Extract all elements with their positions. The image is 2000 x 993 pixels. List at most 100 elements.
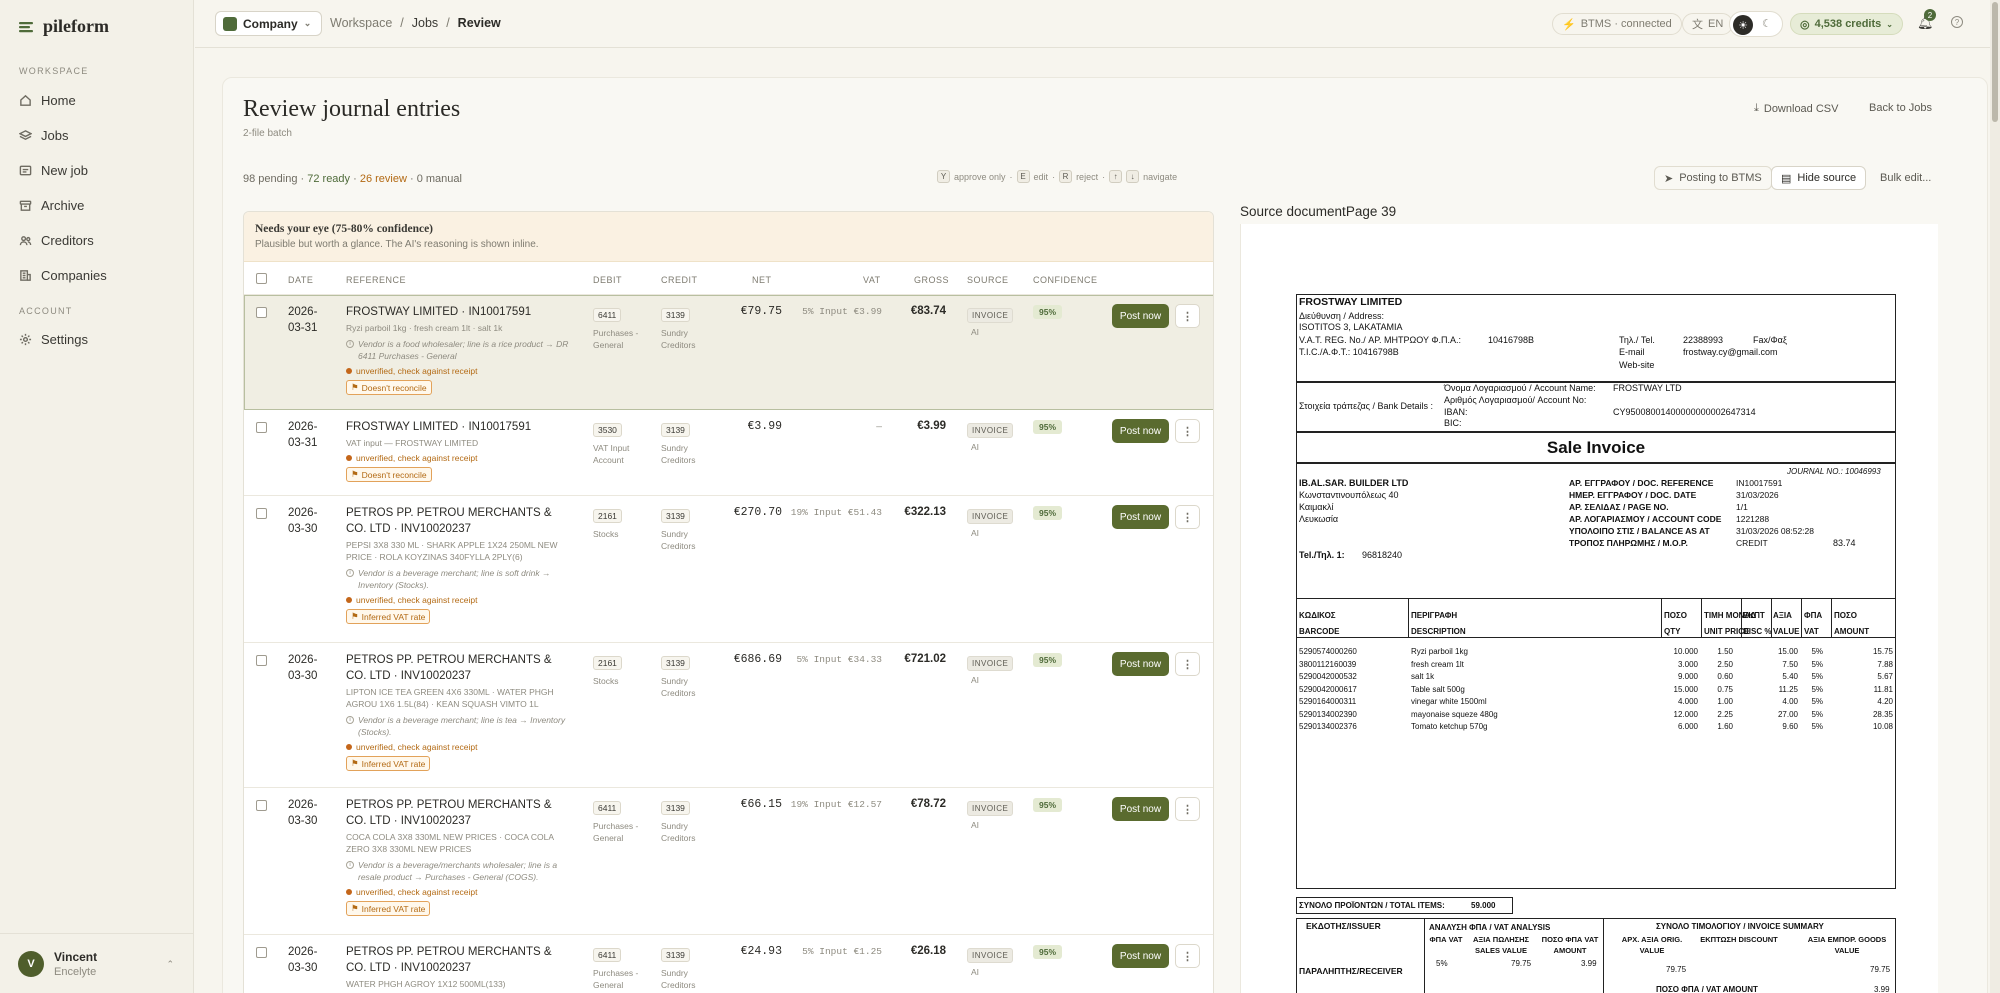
bulk-edit-button[interactable]: Bulk edit...: [1880, 172, 1931, 184]
row-more-button[interactable]: ⋮: [1175, 944, 1200, 968]
sidebar-item-companies[interactable]: Companies: [19, 264, 179, 286]
home-icon: [20, 94, 31, 106]
source-document-viewer[interactable]: FROSTWAY LIMITED Διεύθυνση / Address: IS…: [1240, 224, 1938, 993]
table-row[interactable]: 2026-03-31 FROSTWAY LIMITED · IN10017591…: [244, 295, 1213, 410]
table-row[interactable]: 2026-03-30 PETROS PP. PETROU MERCHANTS &…: [244, 935, 1213, 993]
sidebar-item-home[interactable]: Home: [19, 89, 179, 111]
vendor-invoice[interactable]: PETROS PP. PETROU MERCHANTS & CO. LTD · …: [346, 652, 571, 684]
kbd-key: ↓: [1126, 170, 1140, 183]
col-gross[interactable]: GROSS: [914, 275, 949, 285]
item-vat: 5%: [1811, 722, 1823, 731]
table-row[interactable]: 2026-03-30 PETROS PP. PETROU MERCHANTS &…: [244, 788, 1213, 935]
col-vat[interactable]: VAT: [863, 275, 881, 285]
post-now-button[interactable]: Post now: [1112, 419, 1169, 443]
row-checkbox[interactable]: [256, 307, 267, 318]
col-confidence[interactable]: CONFIDENCE: [1033, 275, 1098, 285]
users-icon: [19, 235, 32, 245]
item-description: Ryzi parboil 1kg: [1411, 647, 1468, 656]
table-row[interactable]: 2026-03-31 FROSTWAY LIMITED · IN10017591…: [244, 410, 1213, 496]
back-to-jobs-link[interactable]: Back to Jobs: [1869, 102, 1932, 114]
info-icon: i: [346, 569, 354, 577]
breadcrumb: Workspace / Jobs / Review: [330, 16, 501, 30]
col-date[interactable]: DATE: [288, 275, 313, 285]
iban: CY95008001400000000002647314: [1613, 407, 1756, 417]
debit-code: 6411: [593, 308, 622, 322]
meta-value: 31/03/2026: [1736, 490, 1779, 500]
debit-account[interactable]: 2161 Stocks: [593, 506, 653, 540]
sidebar-item-jobs[interactable]: Jobs: [19, 124, 179, 146]
debit-account[interactable]: 2161 Stocks: [593, 653, 653, 687]
company-switcher[interactable]: Company ⌄: [215, 11, 323, 36]
col-debit[interactable]: DEBIT: [593, 275, 622, 285]
col-net[interactable]: NET: [752, 275, 772, 285]
row-checkbox[interactable]: [256, 947, 267, 958]
language-switcher[interactable]: 文 EN: [1682, 13, 1734, 35]
item-col: VALUE: [1773, 627, 1800, 636]
notifications-button[interactable]: 🔔︎ 2: [1917, 9, 1936, 31]
vendor-invoice[interactable]: FROSTWAY LIMITED · IN10017591: [346, 304, 571, 320]
ai-reasoning: i Vendor is a beverage/merchants wholesal…: [346, 859, 571, 883]
post-now-button[interactable]: Post now: [1112, 652, 1169, 676]
crumb-workspace[interactable]: Workspace: [330, 16, 392, 30]
source-badge: INVOICE: [967, 656, 1014, 671]
vendor-invoice[interactable]: FROSTWAY LIMITED · IN10017591: [346, 419, 571, 435]
debit-account[interactable]: 6411 Purchases - General: [593, 798, 653, 844]
issue-flag[interactable]: ⚑ Inferred VAT rate: [346, 756, 431, 771]
help-icon[interactable]: ?: [1951, 16, 1963, 28]
crumb-separator: /: [446, 16, 450, 30]
vendor-invoice[interactable]: PETROS PP. PETROU MERCHANTS & CO. LTD · …: [346, 505, 571, 537]
va-vat-amount: 3.99: [1581, 959, 1597, 968]
row-checkbox[interactable]: [256, 508, 267, 519]
post-now-button[interactable]: Post now: [1112, 505, 1169, 529]
meta-label: ΑΡ. ΣΕΛΙΔΑΣ / PAGE NO.: [1569, 502, 1669, 512]
select-all-checkbox[interactable]: [256, 273, 267, 284]
row-more-button[interactable]: ⋮: [1175, 304, 1200, 328]
debit-account[interactable]: 3530 VAT Input Account: [593, 420, 653, 466]
row-more-button[interactable]: ⋮: [1175, 652, 1200, 676]
source-cell: INVOICE AI: [967, 305, 1014, 337]
entry-reference: FROSTWAY LIMITED · IN10017591 Ryzi parbo…: [346, 304, 571, 395]
user-menu[interactable]: V Vincent Encelyte ⌃: [0, 933, 194, 993]
page-scrollbar[interactable]: [1990, 0, 2000, 993]
row-checkbox[interactable]: [256, 800, 267, 811]
theme-toggle[interactable]: ☀ ☾: [1729, 11, 1783, 37]
issue-flag[interactable]: ⚑ Inferred VAT rate: [346, 609, 431, 624]
col-credit[interactable]: CREDIT: [661, 275, 698, 285]
row-checkbox[interactable]: [256, 655, 267, 666]
issue-flag[interactable]: ⚑ Inferred VAT rate: [346, 901, 431, 916]
receiver-label: ΠΑΡΑΛΗΠΤΗΣ/RECEIVER: [1299, 966, 1403, 976]
item-value: 15.00: [1777, 647, 1798, 656]
scrollbar-thumb[interactable]: [1992, 2, 1998, 122]
sidebar-item-settings[interactable]: Settings: [19, 328, 179, 350]
posting-target-button[interactable]: ➤ Posting to BTMS: [1654, 166, 1772, 190]
table-row[interactable]: 2026-03-30 PETROS PP. PETROU MERCHANTS &…: [244, 496, 1213, 643]
sidebar-item-creditors[interactable]: Creditors: [19, 229, 179, 251]
brand[interactable]: pileform: [18, 16, 109, 37]
download-csv-button[interactable]: ⤓ Download CSV: [1754, 102, 1838, 115]
entry-date: 2026-03-31: [288, 306, 318, 334]
kbd-key: Y: [937, 170, 950, 183]
debit-account[interactable]: 6411 Purchases - General: [593, 945, 653, 991]
credits-badge[interactable]: ◎ 4,538 credits ⌄: [1790, 13, 1903, 35]
post-now-button[interactable]: Post now: [1112, 304, 1169, 328]
row-checkbox[interactable]: [256, 422, 267, 433]
post-now-button[interactable]: Post now: [1112, 797, 1169, 821]
row-more-button[interactable]: ⋮: [1175, 419, 1200, 443]
issue-flag[interactable]: ⚑ Doesn't reconcile: [346, 380, 432, 395]
table-row[interactable]: 2026-03-30 PETROS PP. PETROU MERCHANTS &…: [244, 643, 1213, 788]
vendor-invoice[interactable]: PETROS PP. PETROU MERCHANTS & CO. LTD · …: [346, 797, 571, 829]
col-reference[interactable]: REFERENCE: [346, 275, 406, 285]
issue-flag-label: Doesn't reconcile: [361, 469, 427, 480]
sidebar-item-archive[interactable]: Archive: [19, 194, 179, 216]
debit-account[interactable]: 6411 Purchases - General: [593, 305, 653, 351]
sidebar-item-new-job[interactable]: New job: [19, 159, 179, 181]
btms-status[interactable]: ⚡ BTMS · connected: [1552, 13, 1682, 35]
row-more-button[interactable]: ⋮: [1175, 505, 1200, 529]
post-now-button[interactable]: Post now: [1112, 944, 1169, 968]
col-source[interactable]: SOURCE: [967, 275, 1009, 285]
hide-source-button[interactable]: ▤ Hide source: [1771, 166, 1867, 190]
vendor-invoice[interactable]: PETROS PP. PETROU MERCHANTS & CO. LTD · …: [346, 944, 571, 976]
issue-flag[interactable]: ⚑ Doesn't reconcile: [346, 467, 432, 482]
row-more-button[interactable]: ⋮: [1175, 797, 1200, 821]
crumb-jobs[interactable]: Jobs: [412, 16, 438, 30]
